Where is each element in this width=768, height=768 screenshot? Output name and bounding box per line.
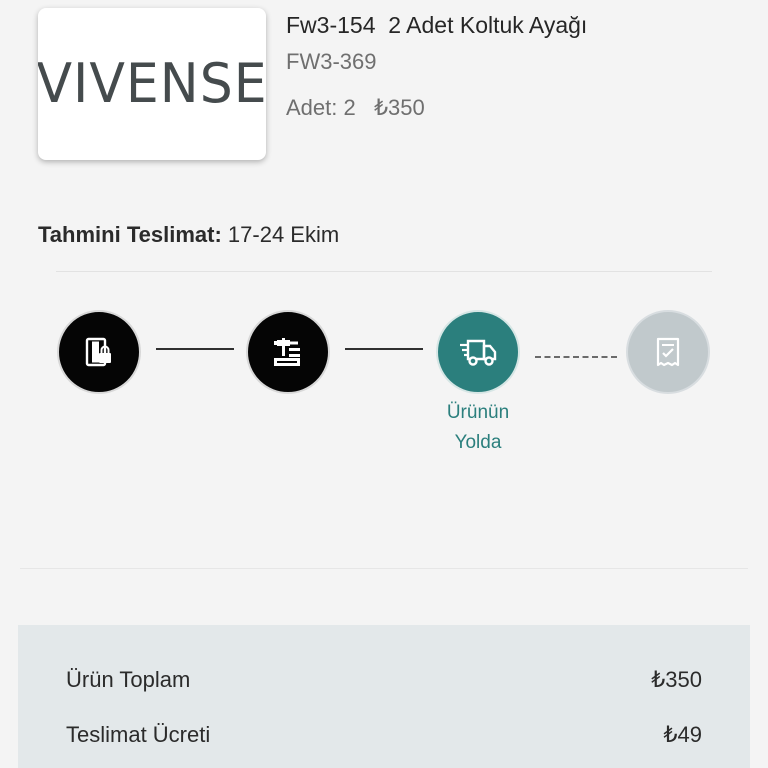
estimated-delivery-value: 17-24 Ekim [227,222,340,247]
order-summary: Ürün Toplam ₺350 Teslimat Ücreti ₺49 [18,625,750,768]
product-item[interactable]: VIVENSE Fw3-154 2 Adet Koltuk Ayağı FW3-… [38,8,738,168]
divider [20,568,748,569]
product-image[interactable]: VIVENSE [38,8,266,160]
estimated-delivery: Tahmini Teslimat: 17-24 Ekim [38,222,339,248]
production-icon [270,334,306,370]
order-detail-page: VIVENSE Fw3-154 2 Adet Koltuk Ayağı FW3-… [0,0,768,768]
tracker-connector [345,348,423,350]
tracker-step-label: Ürünün Yolda [446,402,510,453]
tracker-step-production[interactable] [246,310,330,394]
summary-label: Ürün Toplam [66,667,191,692]
tracker-connector [156,348,234,350]
divider [56,271,712,272]
summary-value: ₺49 [663,722,702,747]
product-quantity: Adet: 2 [286,95,356,120]
order-lock-icon [82,335,116,369]
tracker-connector-pending [535,356,617,358]
product-code: FW3-369 [286,49,377,74]
estimated-delivery-label: Tahmini Teslimat: [38,222,222,247]
product-price: ₺350 [374,95,425,120]
tracker-step-delivered[interactable] [626,310,710,394]
tracker-step-order-received[interactable] [57,310,141,394]
receipt-check-icon [653,336,683,368]
tracker-step-in-transit[interactable] [436,310,520,394]
delivery-truck-icon [458,335,498,369]
product-title[interactable]: Fw3-154 2 Adet Koltuk Ayağı [286,12,587,39]
summary-label: Teslimat Ücreti [66,722,211,747]
brand-logo: VIVENSE [38,52,266,116]
summary-value: ₺350 [651,667,702,692]
product-quantity-price: Adet: 2 ₺350 [286,95,425,121]
